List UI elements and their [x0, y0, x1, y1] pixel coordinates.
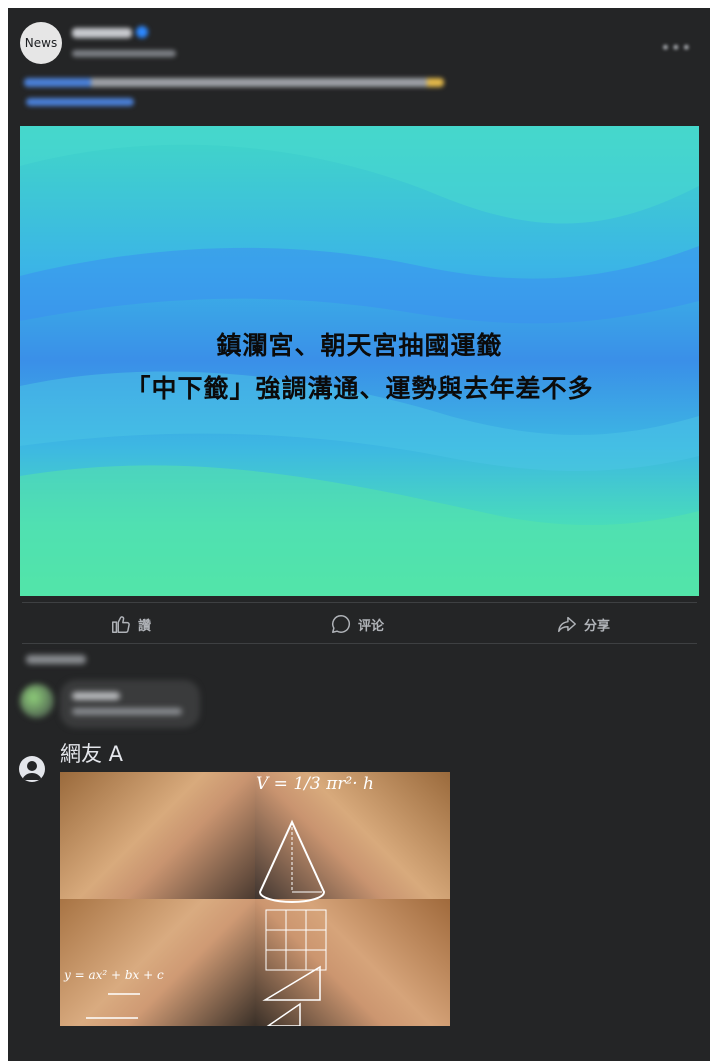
share-label: 分享	[584, 618, 611, 634]
post-image[interactable]: 鎮瀾宮、朝天宮抽國運籤 「中下籤」強調溝通、運勢與去年差不多	[20, 126, 699, 596]
share-button[interactable]: 分享	[556, 611, 610, 637]
hero-title-line1: 鎮瀾宮、朝天宮抽國運籤	[216, 331, 503, 360]
like-button[interactable]: 讚	[110, 611, 151, 637]
post-timestamp-blurred[interactable]	[72, 50, 176, 57]
action-bar-top-divider	[22, 602, 697, 603]
comment-sort-blurred[interactable]	[26, 655, 86, 664]
meme-math-overlay	[86, 819, 327, 1026]
comment-text-blurred	[72, 708, 182, 715]
commenter-avatar-blurred	[20, 684, 54, 718]
post-link-blurred[interactable]	[26, 98, 134, 106]
page-avatar[interactable]: News	[20, 22, 62, 64]
meme-quadratic-formula: y = ax² + bx + c	[64, 968, 164, 982]
post-header: News •••	[8, 8, 710, 128]
share-arrow-icon	[558, 616, 576, 633]
commenter-name-blurred	[72, 692, 120, 700]
comment-label: 评论	[358, 618, 385, 634]
comment-author[interactable]: 網友 A	[60, 738, 123, 768]
meme-volume-formula: V = 1/3 πr²· h	[256, 774, 374, 794]
page-name-blurred[interactable]	[72, 28, 132, 38]
action-bar-bottom-divider	[22, 643, 697, 644]
verified-badge-icon	[136, 26, 148, 38]
page-avatar-label: News	[24, 36, 58, 50]
post-caption-blurred	[24, 78, 444, 87]
thumbs-up-icon	[112, 616, 130, 633]
more-options-icon[interactable]: •••	[661, 38, 692, 57]
hero-title-line2: 「中下籤」強調溝通、運勢與去年差不多	[125, 374, 594, 403]
comment-meme-image[interactable]: V = 1/3 πr²· h y = ax² + bx + c	[60, 772, 450, 1026]
comment-bubble-blurred	[60, 680, 200, 728]
comment-button[interactable]: 评论	[330, 611, 384, 637]
comment-bubble-icon	[332, 615, 351, 633]
facebook-post-screenshot: News ••• 鎮瀾宮、朝天宮抽國運籤 「中下籤」強調溝通、運勢與去年差不多 …	[8, 8, 710, 1061]
default-user-avatar-icon[interactable]	[19, 756, 45, 782]
like-label: 讚	[138, 618, 152, 634]
